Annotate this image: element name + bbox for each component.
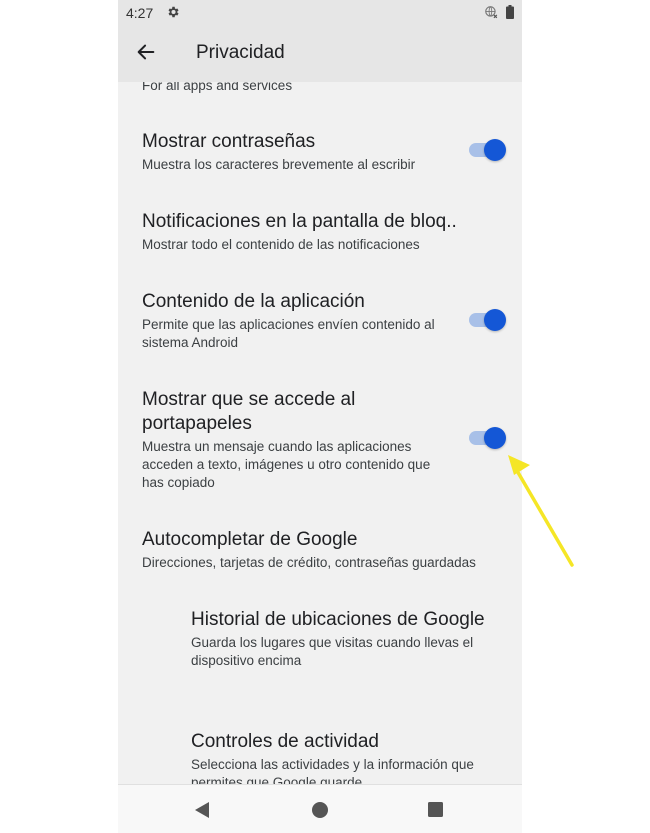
setting-google-autofill[interactable]: Autocompletar de Google Direcciones, tar…	[142, 528, 502, 572]
setting-subtitle: Mostrar todo el contenido de las notific…	[142, 237, 420, 252]
clipboard-access-toggle[interactable]	[466, 427, 506, 449]
app-bar: Privacidad	[118, 26, 522, 82]
annotation-arrow-icon	[508, 455, 574, 567]
battery-icon	[506, 5, 514, 19]
setting-lock-screen-notifications[interactable]: Notificaciones en la pantalla de bloq.. …	[142, 210, 502, 254]
status-time: 4:27	[126, 5, 154, 21]
setting-subtitle: Permite que las aplicaciones envíen cont…	[142, 317, 435, 350]
setting-title: Historial de ubicaciones de Google	[191, 609, 485, 630]
page-title: Privacidad	[196, 42, 285, 63]
setting-title: Contenido de la aplicación	[142, 291, 365, 312]
setting-subtitle: Guarda los lugares que visitas cuando ll…	[191, 635, 474, 668]
nav-recent-icon[interactable]	[428, 802, 443, 817]
setting-location-history[interactable]: Historial de ubicaciones de Google Guard…	[191, 608, 501, 670]
setting-app-content[interactable]: Contenido de la aplicación Permite que l…	[142, 290, 506, 352]
setting-subtitle: Selecciona las actividades y la informac…	[191, 757, 474, 784]
gear-icon	[168, 6, 179, 18]
setting-title: Notificaciones en la pantalla de bloq..	[142, 211, 457, 232]
globe-icon	[485, 6, 498, 19]
settings-list[interactable]: For all apps and services Mostrar contra…	[118, 82, 522, 784]
setting-show-passwords[interactable]: Mostrar contraseñas Muestra los caracter…	[142, 130, 506, 174]
show-passwords-toggle[interactable]	[466, 139, 506, 161]
app-content-toggle[interactable]	[466, 309, 506, 331]
phone-screen: 4:27 Privacidad For all apps and service…	[118, 0, 522, 833]
setting-title: Mostrar que se accede al portapapeles	[142, 389, 356, 434]
setting-title: Controles de actividad	[191, 731, 379, 752]
toggle-thumb	[484, 309, 506, 331]
setting-title: Mostrar contraseñas	[142, 131, 316, 152]
setting-subtitle: Direcciones, tarjetas de crédito, contra…	[142, 555, 476, 570]
setting-subtitle: Muestra los caracteres brevemente al esc…	[142, 157, 416, 172]
setting-title: Autocompletar de Google	[142, 529, 358, 550]
nav-back-icon[interactable]	[194, 801, 210, 819]
navigation-bar	[118, 784, 522, 833]
nav-home-icon[interactable]	[312, 802, 328, 818]
setting-subtitle: Muestra un mensaje cuando las aplicacion…	[142, 439, 431, 490]
toggle-thumb	[484, 139, 506, 161]
back-arrow-icon[interactable]	[135, 41, 157, 63]
setting-activity-controls[interactable]: Controles de actividad Selecciona las ac…	[191, 730, 501, 784]
partial-item-subtitle: For all apps and services	[142, 82, 293, 93]
setting-clipboard-access[interactable]: Mostrar que se accede al portapapeles Mu…	[142, 388, 506, 492]
status-bar: 4:27	[118, 0, 522, 26]
